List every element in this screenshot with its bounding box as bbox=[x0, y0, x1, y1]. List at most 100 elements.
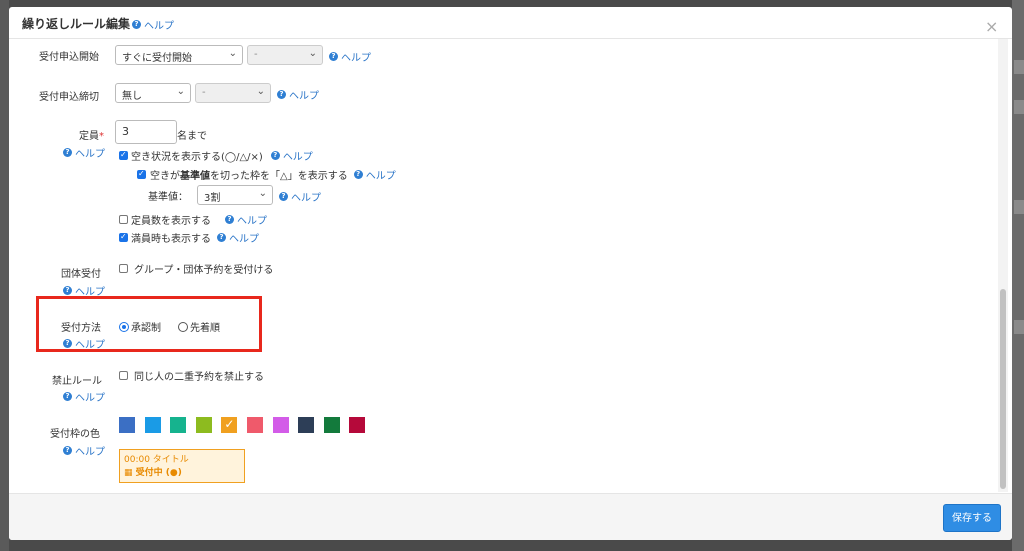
help-label: ヘルプ bbox=[237, 216, 267, 227]
end-detail-value: - bbox=[202, 87, 206, 98]
help-label: ヘルプ bbox=[282, 152, 313, 163]
modal-footer: 保存する bbox=[9, 493, 1012, 540]
backdrop-item bbox=[1014, 100, 1024, 114]
save-button[interactable]: 保存する bbox=[943, 504, 1001, 532]
scrollbar-thumb[interactable] bbox=[1000, 289, 1006, 489]
end-label: 受付申込締切 bbox=[39, 92, 99, 103]
color-swatch[interactable] bbox=[349, 417, 366, 433]
modal-header: 繰り返しルール編集 ? ヘルプ × bbox=[9, 7, 1012, 39]
question-icon: ? bbox=[63, 148, 72, 157]
show-full-row: 満員時も表示する ?ヘルプ bbox=[119, 230, 259, 245]
show-availability-checkbox[interactable] bbox=[119, 150, 128, 160]
capacity-help-link[interactable]: ? ヘルプ bbox=[63, 145, 105, 160]
chevron-down-icon: ⌄ bbox=[256, 86, 265, 97]
show-count-label: 定員数を表示する bbox=[131, 216, 211, 227]
group-row: グループ・団体予約を受付ける bbox=[119, 261, 273, 276]
modal-help-link[interactable]: ? ヘルプ bbox=[132, 17, 174, 32]
ban-row: 同じ人の二重予約を禁止する bbox=[119, 368, 264, 383]
color-swatch[interactable] bbox=[195, 417, 212, 433]
end-help-link[interactable]: ? ヘルプ bbox=[277, 87, 319, 102]
question-icon: ? bbox=[225, 215, 234, 224]
backdrop-right bbox=[1012, 0, 1024, 551]
end-select[interactable]: 無し ⌄ bbox=[115, 83, 191, 103]
question-icon: ? bbox=[217, 233, 226, 242]
backdrop-item bbox=[1014, 60, 1024, 74]
question-icon: ? bbox=[270, 151, 280, 160]
preview-status-text: 受付中 (●) bbox=[135, 468, 182, 478]
start-help-link[interactable]: ? ヘルプ bbox=[329, 49, 371, 64]
close-icon[interactable]: × bbox=[985, 17, 998, 36]
capacity-label-text: 定員 bbox=[79, 131, 99, 142]
show-count-row: 定員数を表示する ? ヘルプ bbox=[119, 212, 267, 227]
capacity-input[interactable]: 3 bbox=[115, 120, 177, 144]
preview-time: 00:00 タイトル bbox=[124, 455, 189, 465]
start-detail-select[interactable]: - ⌄ bbox=[247, 45, 323, 65]
show-full-help-link[interactable]: ? ヘルプ bbox=[217, 230, 259, 245]
capacity-label: 定員* bbox=[79, 127, 104, 142]
threshold-toggle-label-post: を切った枠を「△」を表示する bbox=[210, 171, 348, 182]
question-icon: ? bbox=[329, 52, 338, 61]
backdrop-item bbox=[1014, 320, 1024, 334]
chevron-down-icon: ⌄ bbox=[176, 86, 185, 97]
threshold-toggle-help-link[interactable]: ? ヘルプ bbox=[353, 167, 396, 182]
color-swatch[interactable] bbox=[323, 417, 340, 433]
show-count-checkbox[interactable] bbox=[119, 215, 128, 224]
help-label: ヘルプ bbox=[75, 447, 105, 458]
start-detail-value: - bbox=[254, 49, 258, 60]
help-label: ヘルプ bbox=[229, 234, 259, 245]
required-mark: * bbox=[99, 131, 104, 142]
question-icon: ? bbox=[63, 286, 72, 295]
modal-body: 受付申込開始 すぐに受付開始 ⌄ - ⌄ ? ヘルプ 受付申込締切 無し ⌄ - ⌄ ? ヘ… bbox=[9, 39, 996, 492]
start-select-value: すぐに受付開始 bbox=[122, 53, 192, 64]
color-swatch[interactable] bbox=[272, 417, 289, 433]
color-swatch[interactable] bbox=[144, 417, 161, 433]
question-icon: ? bbox=[132, 20, 141, 29]
threshold-toggle-row: 空きが基準値を切った枠を「△」を表示する ?ヘルプ bbox=[137, 167, 396, 182]
help-label: ヘルプ bbox=[341, 53, 371, 64]
ban-help-link[interactable]: ? ヘルプ bbox=[63, 389, 105, 404]
threshold-help-link[interactable]: ? ヘルプ bbox=[279, 189, 321, 204]
show-full-checkbox[interactable] bbox=[119, 232, 128, 242]
ban-checkbox[interactable] bbox=[119, 371, 128, 380]
start-select[interactable]: すぐに受付開始 ⌄ bbox=[115, 45, 243, 65]
color-preview: 00:00 タイトル ▦ 受付中 (●) bbox=[119, 449, 245, 483]
color-help-link[interactable]: ? ヘルプ bbox=[63, 443, 105, 458]
help-label: ヘルプ bbox=[75, 393, 105, 404]
show-availability-row: 空き状況を表示する(◯/△/×) ?ヘルプ bbox=[119, 148, 313, 163]
group-label: 団体受付 bbox=[61, 269, 101, 280]
show-full-label: 満員時も表示する bbox=[131, 234, 211, 245]
preview-status: ▦ 受付中 (●) bbox=[124, 465, 240, 478]
help-label: ヘルプ bbox=[365, 171, 396, 182]
threshold-toggle-checkbox[interactable] bbox=[137, 169, 146, 179]
backdrop-left bbox=[0, 0, 9, 551]
highlight-box bbox=[36, 296, 262, 352]
show-count-help-link[interactable]: ? ヘルプ bbox=[225, 212, 267, 227]
help-label: ヘルプ bbox=[144, 21, 174, 32]
help-label: ヘルプ bbox=[289, 91, 319, 102]
show-availability-label: 空き状況を表示する(◯/△/×) bbox=[131, 152, 263, 163]
color-swatch[interactable] bbox=[119, 417, 135, 433]
color-swatch[interactable] bbox=[221, 417, 238, 433]
threshold-toggle-label-bold: 基準値 bbox=[180, 171, 210, 182]
backdrop-item bbox=[1014, 200, 1024, 214]
end-select-value: 無し bbox=[122, 91, 142, 102]
modal-title: 繰り返しルール編集 bbox=[22, 17, 131, 31]
question-icon: ? bbox=[63, 446, 72, 455]
threshold-label: 基準値： bbox=[148, 192, 188, 203]
show-availability-help-link[interactable]: ? ヘルプ bbox=[270, 148, 313, 163]
color-swatch[interactable] bbox=[298, 417, 315, 433]
color-swatch[interactable] bbox=[170, 417, 187, 433]
question-icon: ? bbox=[353, 170, 363, 179]
question-icon: ? bbox=[279, 192, 288, 201]
color-swatch[interactable] bbox=[247, 417, 263, 433]
capacity-suffix: 名まで bbox=[177, 131, 207, 142]
threshold-toggle-label-pre: 空きが bbox=[150, 171, 180, 182]
group-checkbox[interactable] bbox=[119, 264, 128, 273]
end-detail-select[interactable]: - ⌄ bbox=[195, 83, 271, 103]
rule-edit-modal: 繰り返しルール編集 ? ヘルプ × 受付申込開始 すぐに受付開始 ⌄ - ⌄ ? ヘルプ… bbox=[9, 7, 1012, 540]
color-label: 受付枠の色 bbox=[50, 429, 100, 440]
help-label: ヘルプ bbox=[291, 193, 321, 204]
question-icon: ? bbox=[277, 90, 286, 99]
start-label: 受付申込開始 bbox=[39, 52, 99, 63]
threshold-select[interactable]: 3割 ⌄ bbox=[197, 185, 273, 205]
